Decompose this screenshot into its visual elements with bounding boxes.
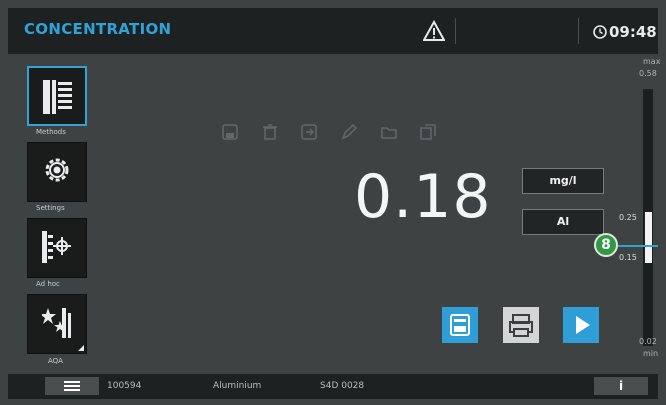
page-title: CONCENTRATION (24, 20, 172, 38)
export-icon (301, 124, 317, 140)
serial-number: S4D 0028 (320, 381, 365, 391)
callout-badge: 8 (594, 233, 618, 257)
copy-icon (420, 124, 436, 140)
ad-hoc-button[interactable] (27, 218, 87, 278)
ad-hoc-target-icon (42, 231, 71, 263)
hamburger-menu-icon (64, 381, 80, 391)
header-bar: CONCENTRATION 09:48 (8, 8, 658, 54)
nav-label-ad-hoc: Ad hoc (36, 280, 60, 288)
start-button[interactable] (563, 307, 599, 343)
status-bar: 100594 Aluminium S4D 0028 i (8, 374, 658, 399)
settings-button[interactable] (27, 142, 87, 202)
method-number: 100594 (107, 381, 142, 391)
concentration-value: 0.18 (354, 162, 492, 232)
nav-label-aqa: AQA (48, 357, 63, 365)
clock-icon (593, 25, 607, 39)
info-button[interactable]: i (594, 377, 648, 395)
methods-button[interactable] (27, 66, 87, 126)
device-screen: CONCENTRATION 09:48 Methods Settings Ad … (0, 0, 666, 405)
menu-button[interactable] (45, 377, 99, 395)
range-max-value: 0.58 (639, 69, 657, 78)
method-name: Aluminium (213, 381, 262, 391)
nav-label-methods: Methods (36, 128, 66, 136)
edit-icon (341, 124, 357, 140)
print-icon (509, 314, 533, 337)
unit-button[interactable]: mg/l (522, 168, 604, 194)
range-window (645, 212, 652, 263)
save-icon (222, 124, 238, 140)
save-icon (450, 314, 470, 336)
play-icon (576, 316, 590, 334)
delete-icon (263, 124, 277, 140)
print-button[interactable] (503, 307, 539, 343)
aqa-stars-icon (42, 308, 71, 338)
nav-label-settings: Settings (36, 204, 65, 212)
header-divider (455, 18, 456, 44)
corner-triangle-icon (78, 345, 84, 351)
header-divider (578, 18, 579, 44)
aqa-button[interactable] (27, 294, 87, 354)
warning-triangle-icon[interactable] (423, 20, 445, 42)
range-upper-label: 0.25 (619, 213, 637, 222)
range-min-value: 0.02 (639, 337, 657, 346)
reading-marker (618, 245, 658, 247)
species-button[interactable]: Al (522, 209, 604, 235)
save-button[interactable] (442, 307, 478, 343)
clock-time: 09:48 (609, 23, 657, 41)
folder-icon (381, 127, 397, 139)
gear-icon (45, 158, 69, 182)
methods-list-icon (43, 80, 72, 114)
range-min-label: min (643, 349, 659, 358)
range-max-label: max (643, 57, 661, 66)
range-lower-label: 0.15 (619, 253, 637, 262)
